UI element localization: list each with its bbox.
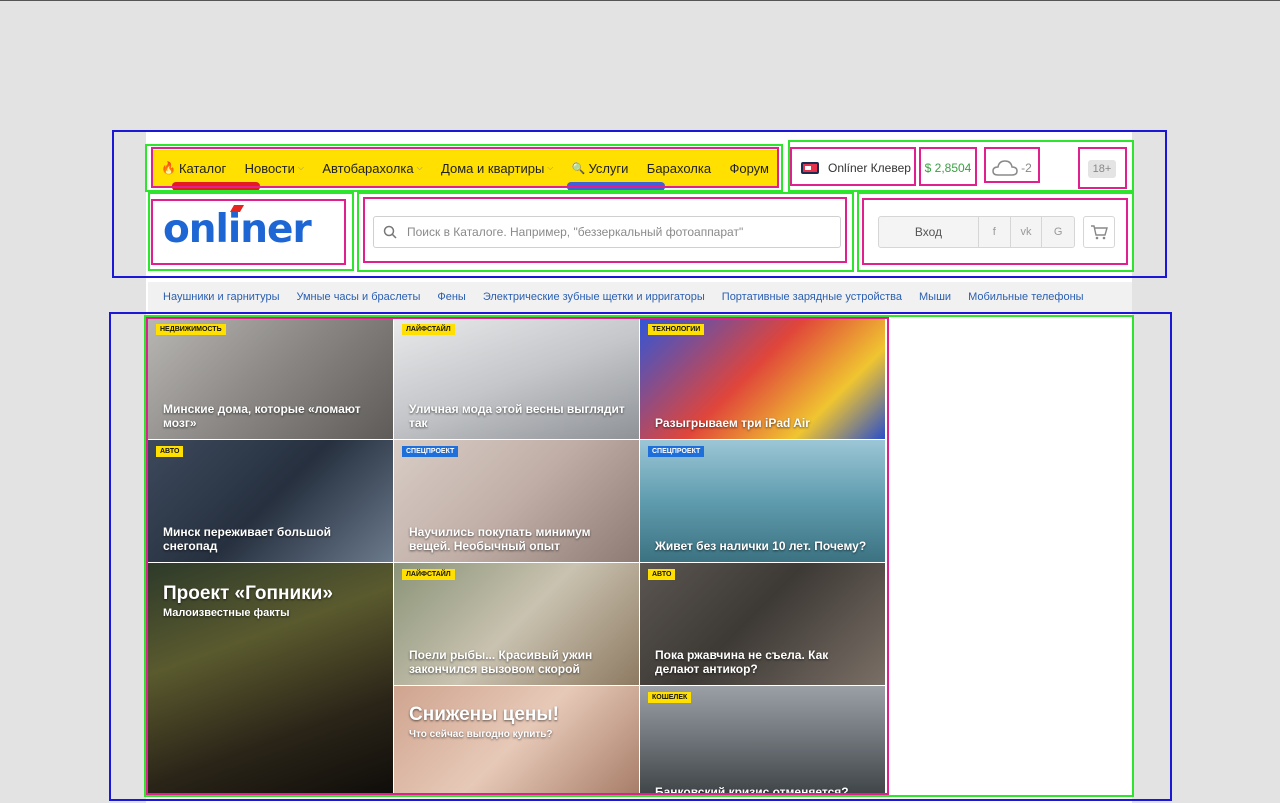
- tile-tag: Лайфстайл: [402, 324, 455, 335]
- tile-title: Минск переживает большой снегопад: [163, 525, 332, 553]
- tile-title: Уличная мода этой весны выглядит так: [409, 402, 625, 430]
- news-tile[interactable]: Спецпроект Научились покупать минимум ве…: [394, 440, 639, 562]
- weather-widget[interactable]: -2: [986, 151, 1038, 184]
- tile-title: Проект «Гопники»: [163, 583, 333, 604]
- nav-news-label: Новости: [244, 160, 295, 176]
- tile-title: Поели рыбы... Красивый ужин закончился в…: [409, 648, 593, 676]
- nav-baraholka-label: Барахолка: [646, 160, 712, 176]
- nav-catalog-label: Каталог: [178, 160, 227, 176]
- news-tile[interactable]: Спецпроект Живет без налички 10 лет. Поч…: [640, 440, 885, 562]
- nav-auto[interactable]: Автобарахолка ⌵: [322, 161, 422, 176]
- category-strip: Наушники и гарнитуры Умные часы и брасле…: [148, 282, 1132, 312]
- nav-news[interactable]: Новости ⌵: [245, 161, 304, 176]
- news-tile[interactable]: Недвижимость Минские дома, которые «лома…: [148, 318, 393, 439]
- tile-title: Снижены цены!: [409, 704, 559, 725]
- age-label: 18+: [1087, 159, 1117, 178]
- tile-tag: Лайфстайл: [402, 569, 455, 580]
- category-link[interactable]: Умные часы и браслеты: [296, 291, 420, 303]
- category-link[interactable]: Портативные зарядные устройства: [722, 291, 902, 303]
- tile-tag: Спецпроект: [402, 446, 459, 457]
- nav-forum[interactable]: Форум: [729, 161, 769, 176]
- tile-tag: Спецпроект: [648, 446, 705, 457]
- nav-forum-label: Форум: [729, 160, 769, 176]
- klever-icon: [801, 161, 819, 174]
- tile-title: Живет без налички 10 лет. Почему?: [655, 539, 867, 553]
- news-tile[interactable]: Авто Пока ржавчина не съела. Как делают …: [640, 563, 885, 685]
- nav-services-label: Услуги: [588, 160, 629, 176]
- nav-baraholka[interactable]: Барахолка: [647, 161, 711, 176]
- weather-temp: -2: [1021, 160, 1032, 175]
- category-link[interactable]: Фены: [437, 291, 465, 303]
- fire-icon: 🔥: [161, 161, 176, 175]
- nav-services[interactable]: 🔍 Услуги: [572, 161, 629, 176]
- news-tile[interactable]: Авто Минск переживает большой снегопад: [148, 440, 393, 562]
- currency-rate[interactable]: $ 2,8504: [921, 151, 975, 184]
- nav-catalog[interactable]: 🔥 Каталог: [161, 161, 226, 176]
- search-icon: [383, 225, 397, 239]
- tile-tag: Авто: [648, 569, 676, 580]
- news-tile[interactable]: Лайфстайл Поели рыбы... Красивый ужин за…: [394, 563, 639, 685]
- chevron-down-icon: ⌵: [297, 163, 304, 172]
- auth-bar: Вход f vk G: [878, 216, 1075, 248]
- tile-tag: Технологии: [648, 324, 705, 335]
- klever-label: Onlíner Клевер: [828, 160, 911, 175]
- cart-icon: [1091, 225, 1108, 240]
- tile-title: Минские дома, которые «ломают мозг»: [163, 402, 361, 430]
- search-box[interactable]: [373, 216, 841, 248]
- nav-realty-label: Дома и квартиры: [441, 160, 545, 176]
- facebook-login-button[interactable]: f: [979, 217, 1011, 247]
- age-restriction: 18+: [1080, 151, 1124, 186]
- services-badge: [567, 182, 665, 191]
- catalog-badge: [172, 182, 260, 191]
- login-button[interactable]: Вход: [879, 217, 979, 247]
- news-tile[interactable]: Проект «Гопники» Малоизвестные факты: [148, 563, 393, 795]
- cloud-icon: [992, 159, 1018, 176]
- category-link[interactable]: Наушники и гарнитуры: [163, 291, 279, 303]
- sidebar-area: [887, 317, 1132, 797]
- tile-title: Банковский кризис отменяется?: [655, 785, 849, 795]
- tile-tag: Кошелек: [648, 692, 692, 703]
- news-tile[interactable]: Кошелек Банковский кризис отменяется?: [640, 686, 885, 795]
- onliner-logo[interactable]: onliner: [163, 208, 312, 252]
- tile-title: Пока ржавчина не съела. Как делают антик…: [655, 648, 829, 676]
- tile-subtitle: Что сейчас выгодно купить?: [409, 729, 553, 740]
- main-nav: 🔥 Каталог Новости ⌵ Автобарахолка ⌵ Дома…: [153, 150, 777, 186]
- search-input[interactable]: [407, 225, 827, 239]
- news-tile[interactable]: Снижены цены! Что сейчас выгодно купить?: [394, 686, 639, 795]
- currency-rate-value: $ 2,8504: [924, 160, 972, 175]
- nav-auto-label: Автобарахолка: [322, 160, 414, 176]
- tile-title: Разыгрываем три iPad Air: [655, 416, 810, 430]
- category-link[interactable]: Электрические зубные щетки и ирригаторы: [483, 291, 705, 303]
- chevron-down-icon: ⌵: [547, 163, 554, 172]
- cart-button[interactable]: [1083, 216, 1115, 248]
- category-link[interactable]: Мыши: [919, 291, 951, 303]
- tile-tag: Авто: [156, 446, 184, 457]
- search-icon: 🔍: [571, 162, 586, 175]
- category-link[interactable]: Мобильные телефоны: [968, 291, 1084, 303]
- google-login-button[interactable]: G: [1042, 217, 1074, 247]
- nav-realty[interactable]: Дома и квартиры ⌵: [441, 161, 553, 176]
- vk-login-button[interactable]: vk: [1011, 217, 1043, 247]
- news-tile[interactable]: Технологии Разыгрываем три iPad Air: [640, 318, 885, 439]
- chevron-down-icon: ⌵: [416, 163, 423, 172]
- news-tile[interactable]: Лайфстайл Уличная мода этой весны выгляд…: [394, 318, 639, 439]
- klever-link[interactable]: Onlíner Клевер: [793, 151, 914, 184]
- tile-subtitle: Малоизвестные факты: [163, 607, 290, 619]
- tile-tag: Недвижимость: [156, 324, 226, 335]
- tile-title: Научились покупать минимум вещей. Необыч…: [409, 525, 591, 553]
